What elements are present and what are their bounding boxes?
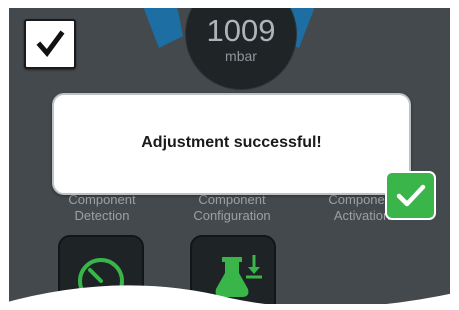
success-dialog: Adjustment successful! <box>52 93 411 195</box>
checkmark-icon <box>36 30 65 57</box>
dialog-message: Adjustment successful! <box>141 134 322 151</box>
speedometer-icon <box>78 258 124 304</box>
component-configuration-tile[interactable] <box>190 235 276 304</box>
confirm-button[interactable] <box>24 19 76 69</box>
pressure-gauge: 1009 mbar <box>185 8 297 90</box>
gauge-left-segment <box>143 8 183 48</box>
checkmark-icon <box>396 184 426 207</box>
gauge-unit: mbar <box>225 48 257 64</box>
ok-button[interactable] <box>385 171 436 220</box>
flask-icon <box>215 255 262 297</box>
gauge-value: 1009 <box>206 13 276 48</box>
component-detection-tile[interactable] <box>58 235 144 304</box>
tile-label-detection: Component Detection <box>68 192 136 223</box>
tile-label-configuration: Component Configuration <box>193 192 271 223</box>
